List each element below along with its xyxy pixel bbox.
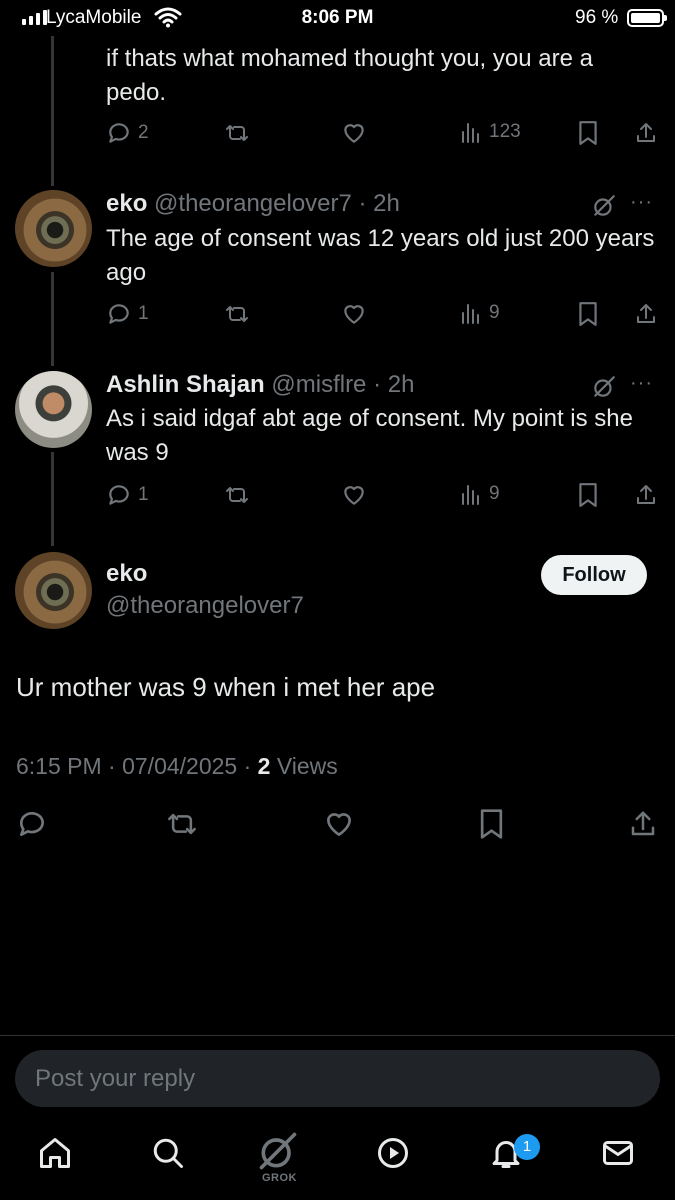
views-button[interactable]: 123 <box>459 120 521 144</box>
main-post-avatar[interactable] <box>15 552 92 629</box>
views-count: 9 <box>489 483 500 504</box>
video-icon[interactable] <box>375 1135 411 1171</box>
share-icon <box>637 123 655 142</box>
thread-tweet[interactable]: Ashlin Shajan @misflre · 2h ··· As i sai… <box>0 366 675 546</box>
repost-button[interactable] <box>222 120 252 146</box>
views-icon <box>462 304 479 324</box>
bookmark-button[interactable] <box>577 120 599 146</box>
reply-icon <box>109 304 129 324</box>
heart-icon <box>344 124 364 143</box>
tweet-actions: 1 9 <box>0 301 675 331</box>
grok-tab-label: GROK <box>262 1172 297 1184</box>
main-post-timestamp: 6:15 PM · 07/04/2025 · <box>16 753 258 779</box>
reply-button[interactable]: 2 <box>106 120 149 146</box>
reply-icon <box>109 485 129 505</box>
grok-icon[interactable] <box>591 193 617 219</box>
main-post-actions <box>0 808 675 842</box>
repost-button[interactable] <box>222 301 252 327</box>
reply-button[interactable]: 1 <box>106 301 149 327</box>
grok-icon[interactable] <box>591 374 617 400</box>
share-button[interactable] <box>634 482 658 508</box>
tweet-text: The age of consent was 12 years old just… <box>106 225 655 286</box>
home-icon[interactable] <box>37 1135 73 1171</box>
more-options-icon[interactable]: ··· <box>630 372 653 395</box>
reply-icon <box>109 123 129 143</box>
tweet-text: if thats what mohamed thought you, you a… <box>106 45 593 106</box>
share-button[interactable] <box>634 301 658 327</box>
notifications-badge: 1 <box>514 1134 540 1160</box>
main-post-meta: 6:15 PM · 07/04/2025 · 2 Views <box>16 753 338 780</box>
views-button[interactable]: 9 <box>459 482 500 506</box>
reply-icon <box>20 812 44 836</box>
reply-button[interactable] <box>16 808 48 840</box>
share-icon <box>631 811 655 836</box>
share-icon <box>637 485 655 504</box>
share-button[interactable] <box>628 808 658 840</box>
search-icon[interactable] <box>150 1135 186 1171</box>
author-meta: @theorangelover7 · 2h <box>154 190 400 217</box>
bottom-tab-bar <box>0 1125 675 1200</box>
author-name[interactable]: Ashlin Shajan <box>106 371 265 398</box>
reply-count: 1 <box>138 484 149 505</box>
author-name[interactable]: eko <box>106 190 147 217</box>
share-icon <box>637 304 655 323</box>
share-button[interactable] <box>634 120 658 146</box>
like-button[interactable] <box>322 808 356 840</box>
views-icon <box>462 123 479 143</box>
reply-input[interactable]: Post your reply <box>15 1050 660 1107</box>
repost-icon <box>226 487 248 503</box>
heart-icon <box>344 486 364 505</box>
main-post-author-handle[interactable]: @theorangelover7 <box>106 592 304 620</box>
author-meta: @misflre · 2h <box>271 371 415 398</box>
main-post-author-name[interactable]: eko <box>106 560 147 588</box>
tweet-header: eko @theorangelover7 · 2h <box>106 190 400 218</box>
views-icon <box>462 485 479 505</box>
bookmark-icon <box>480 809 503 839</box>
repost-button[interactable] <box>163 808 201 840</box>
main-post-views-label: Views <box>270 753 338 779</box>
bookmark-icon <box>579 302 597 326</box>
views-count: 9 <box>489 302 500 323</box>
bookmark-button[interactable] <box>577 301 599 327</box>
thread-tweet[interactable]: if thats what mohamed thought you, you a… <box>0 0 675 170</box>
tweet-actions: 2 123 <box>0 120 675 150</box>
divider <box>0 1035 675 1036</box>
tweet-text: As i said idgaf abt age of consent. My p… <box>106 405 633 466</box>
grok-tab-icon[interactable] <box>256 1129 300 1173</box>
heart-icon <box>327 813 351 836</box>
repost-icon <box>168 813 196 835</box>
reply-count: 2 <box>138 122 149 143</box>
bookmark-icon <box>579 121 597 145</box>
tweet-header: Ashlin Shajan @misflre · 2h <box>106 371 414 399</box>
bookmark-button[interactable] <box>577 482 599 508</box>
messages-icon[interactable] <box>600 1135 636 1171</box>
reply-button[interactable]: 1 <box>106 482 149 508</box>
reply-count: 1 <box>138 303 149 324</box>
like-button[interactable] <box>340 120 368 146</box>
repost-icon <box>226 125 248 141</box>
views-count: 123 <box>489 121 521 142</box>
follow-button[interactable]: Follow <box>541 555 647 595</box>
repost-button[interactable] <box>222 482 252 508</box>
tweet-actions: 1 9 <box>0 482 675 512</box>
bookmark-icon <box>579 483 597 507</box>
thread-tweet[interactable]: eko @theorangelover7 · 2h ··· The age of… <box>0 185 675 365</box>
avatar[interactable] <box>15 371 92 448</box>
repost-icon <box>226 306 248 322</box>
like-button[interactable] <box>340 482 368 508</box>
main-post-text: Ur mother was 9 when i met her ape <box>16 672 436 702</box>
views-button[interactable]: 9 <box>459 301 500 325</box>
avatar[interactable] <box>15 190 92 267</box>
main-post-views-count: 2 <box>257 753 271 779</box>
bookmark-button[interactable] <box>478 808 505 840</box>
more-options-icon[interactable]: ··· <box>630 191 653 214</box>
heart-icon <box>344 305 364 324</box>
like-button[interactable] <box>340 301 368 327</box>
